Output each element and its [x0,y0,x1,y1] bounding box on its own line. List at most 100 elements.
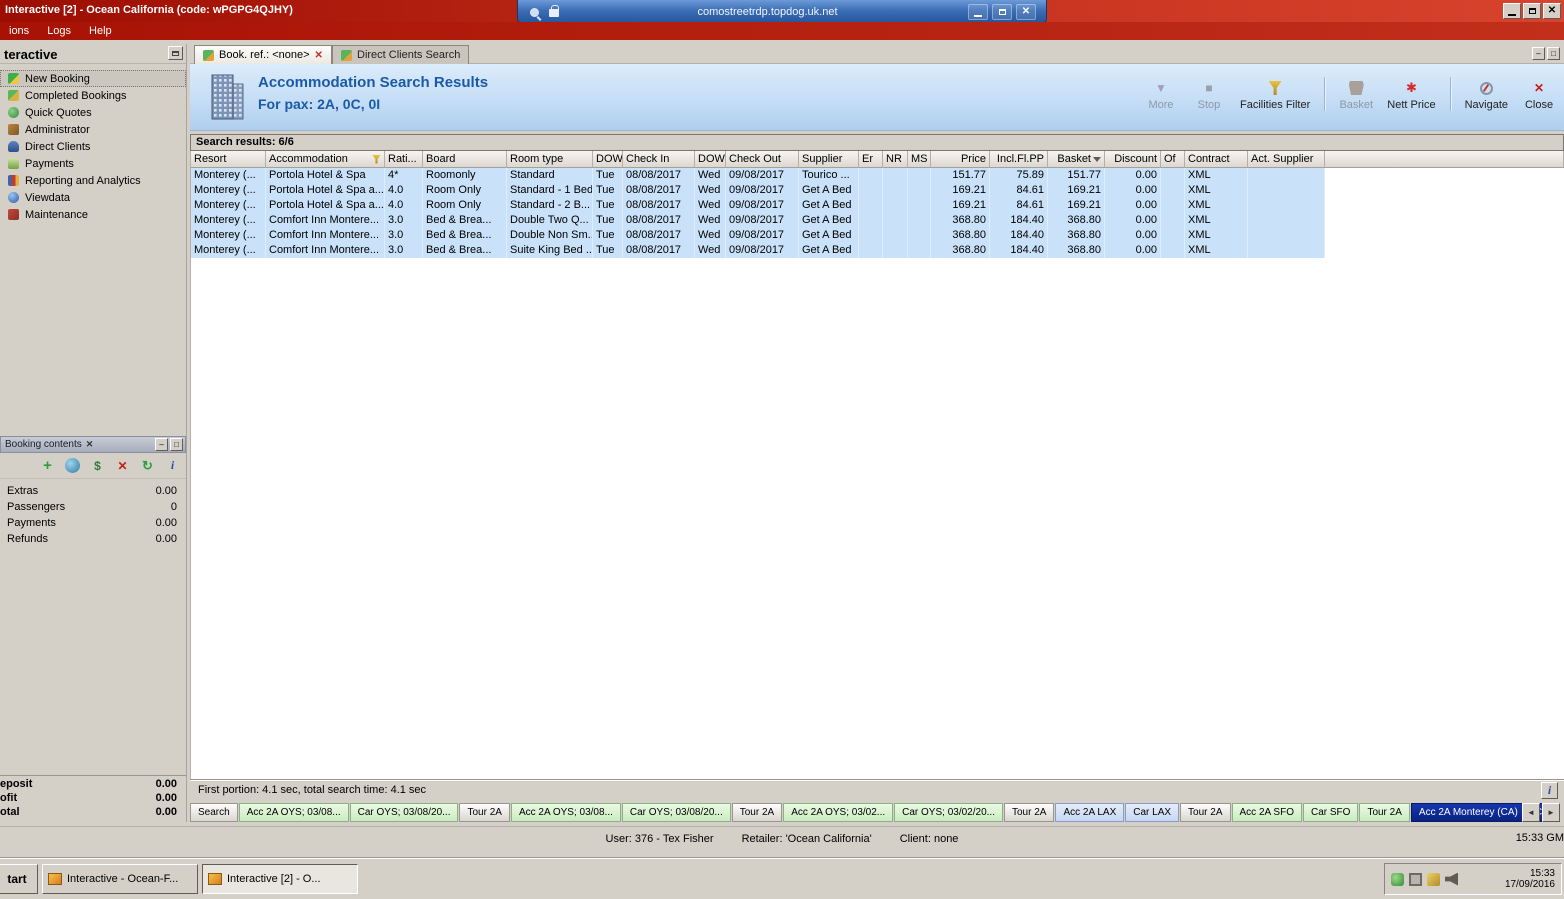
scroll-left-button[interactable]: ◄ [1522,803,1540,822]
sidebar-item-payments[interactable]: Payments [0,155,186,172]
tab-booking-ref[interactable]: Book. ref.: <none> ✕ [194,45,332,64]
bottom-tab-tour-2a[interactable]: Tour 2A [731,803,783,822]
sidebar-item-direct-clients[interactable]: Direct Clients [0,138,186,155]
column-header-dow[interactable]: DOW [695,151,726,168]
column-header-room-type[interactable]: Room type [507,151,593,168]
booking-panel-close-icon[interactable]: ✕ [86,439,94,450]
column-header-accommodation[interactable]: Accommodation [266,151,385,168]
facilities-filter-button[interactable]: Facilities Filter [1240,81,1310,111]
pin-icon[interactable] [530,7,539,17]
bottom-tab-acc-2a-oys-03-08[interactable]: Acc 2A OYS; 03/08... [238,803,349,822]
refresh-icon[interactable] [140,458,155,473]
bottom-tab-acc-2a-oys-03-02[interactable]: Acc 2A OYS; 03/02... [783,803,894,822]
close-button[interactable]: Close [1522,81,1556,111]
tab-close-icon[interactable]: ✕ [315,50,323,61]
bottom-tab-acc-2a-oys-03-08[interactable]: Acc 2A OYS; 03/08... [510,803,621,822]
sidebar-item-new-booking[interactable]: New Booking [0,70,186,87]
column-header-dow[interactable]: DOW [593,151,623,168]
bottom-tab-tour-2a[interactable]: Tour 2A [459,803,510,822]
table-row[interactable]: Monterey (... Comfort Inn Montere... 3.0 Be… [191,243,1564,258]
bottom-tab-acc-2a-sfo[interactable]: Acc 2A SFO [1231,803,1302,822]
column-header-of[interactable]: Of [1161,151,1185,168]
panel-minimize-button[interactable]: – [1532,47,1545,60]
panel-restore-button[interactable]: □ [170,438,183,451]
nett-price-button[interactable]: Nett Price [1387,81,1435,111]
table-cell: 09/08/2017 [726,168,799,183]
table-header-row: Resort Accommodation Rati... Board Room type… [191,151,1564,168]
column-header-ms[interactable]: MS [908,151,931,168]
column-header-discount[interactable]: Discount [1105,151,1161,168]
panel-minimize-button[interactable]: – [155,438,168,451]
minimize-button[interactable] [1503,3,1521,19]
table-row[interactable]: Monterey (... Portola Hotel & Spa 4* Roomon… [191,168,1564,183]
sidebar-item-viewdata[interactable]: Viewdata [0,189,186,206]
sidebar-item-label: Viewdata [25,191,71,204]
taskbar-clock[interactable]: 15:33 17/09/2016 [1505,868,1555,890]
sidebar-collapse-button[interactable] [168,46,183,60]
bottom-tab-car-oys-03-02-20[interactable]: Car OYS; 03/02/20... [894,803,1003,822]
column-header-basket[interactable]: Basket [1048,151,1105,168]
menu-item-help[interactable]: Help [80,25,121,37]
bottom-tab-acc-2a-monterey-ca[interactable]: Acc 2A Monterey (CA) [1410,803,1526,822]
table-row[interactable]: Monterey (... Portola Hotel & Spa a... 4.0… [191,183,1564,198]
column-header-supplier[interactable]: Supplier [799,151,859,168]
sidebar-item-completed-bookings[interactable]: Completed Bookings [0,87,186,104]
sidebar-item-label: Completed Bookings [25,89,127,102]
bottom-tab-search[interactable]: Search [190,803,238,822]
menu-item-ions[interactable]: ions [0,25,38,37]
rdp-restore-button[interactable] [992,4,1012,20]
info-button[interactable] [1541,782,1558,799]
table-row[interactable]: Monterey (... Comfort Inn Montere... 3.0 Be… [191,213,1564,228]
table-cell [883,198,908,213]
bottom-tab-tour-2a[interactable]: Tour 2A [1180,803,1231,822]
column-header-price[interactable]: Price [931,151,990,168]
taskbar-window-interactive-2-o[interactable]: Interactive [2] - O... [202,864,358,894]
rdp-minimize-button[interactable] [968,4,988,20]
restore-button[interactable] [1523,3,1541,19]
bottom-tab-car-oys-03-08-20[interactable]: Car OYS; 03/08/20... [349,803,459,822]
column-header-board[interactable]: Board [423,151,507,168]
rdp-close-button[interactable]: ✕ [1016,4,1036,20]
scroll-right-button[interactable]: ► [1542,803,1560,822]
bottom-tab-car-lax[interactable]: Car LAX [1125,803,1180,822]
sidebar-item-quick-quotes[interactable]: Quick Quotes [0,104,186,121]
bottom-tab-car-oys-03-08-20[interactable]: Car OYS; 03/08/20... [621,803,731,822]
column-header-er[interactable]: Er [859,151,883,168]
table-row[interactable]: Monterey (... Portola Hotel & Spa a... 4.0… [191,198,1564,213]
column-header-nr[interactable]: NR [883,151,908,168]
sidebar-item-administrator[interactable]: Administrator [0,121,186,138]
apps-icon2[interactable] [1391,872,1404,886]
bottom-tab-acc-2a-lax[interactable]: Acc 2A LAX [1055,803,1125,822]
sidebar-item-reporting-and-analytics[interactable]: Reporting and Analytics [0,172,186,189]
column-header-incl-fl-pp[interactable]: Incl.Fl.PP [990,151,1048,168]
tab-direct-clients-search[interactable]: Direct Clients Search [332,45,470,64]
column-header-rati[interactable]: Rati... [385,151,423,168]
add-icon[interactable] [40,458,55,473]
booking-panel-header[interactable]: Booking contents ✕ – □ [0,436,186,453]
delete-icon[interactable] [115,458,130,473]
volume-icon[interactable] [1445,872,1458,886]
column-header-resort[interactable]: Resort [191,151,266,168]
column-header-label: Incl.Fl.PP [996,153,1044,165]
column-header-check-out[interactable]: Check Out [726,151,799,168]
bottom-tab-tour-2a[interactable]: Tour 2A [1003,803,1055,822]
info-icon[interactable] [165,458,180,473]
devices-icon[interactable] [1427,872,1440,886]
sidebar-item-maintenance[interactable]: Maintenance [0,206,186,223]
start-button[interactable]: tart [0,864,38,894]
navigate-button[interactable]: Navigate [1465,82,1508,111]
bottom-tab-tour-2a[interactable]: Tour 2A [1359,803,1410,822]
display-icon[interactable] [1409,872,1422,886]
table-row[interactable]: Monterey (... Comfort Inn Montere... 3.0 Be… [191,228,1564,243]
column-header-contract[interactable]: Contract [1185,151,1248,168]
menu-item-logs[interactable]: Logs [38,25,80,37]
booking-panel-rows: Extras 0.00 Passengers 0 Payments 0.00 Refunds… [0,479,186,549]
panel-restore-button[interactable]: □ [1547,47,1560,60]
globe-icon[interactable] [65,458,80,473]
taskbar-window-interactive-ocean-f[interactable]: Interactive - Ocean-F... [42,864,198,894]
column-header-check-in[interactable]: Check In [623,151,695,168]
close-button[interactable]: ✕ [1543,3,1561,19]
bottom-tab-car-sfo[interactable]: Car SFO [1302,803,1359,822]
column-header-act-supplier[interactable]: Act. Supplier [1248,151,1325,168]
basket-icon[interactable] [90,458,105,473]
